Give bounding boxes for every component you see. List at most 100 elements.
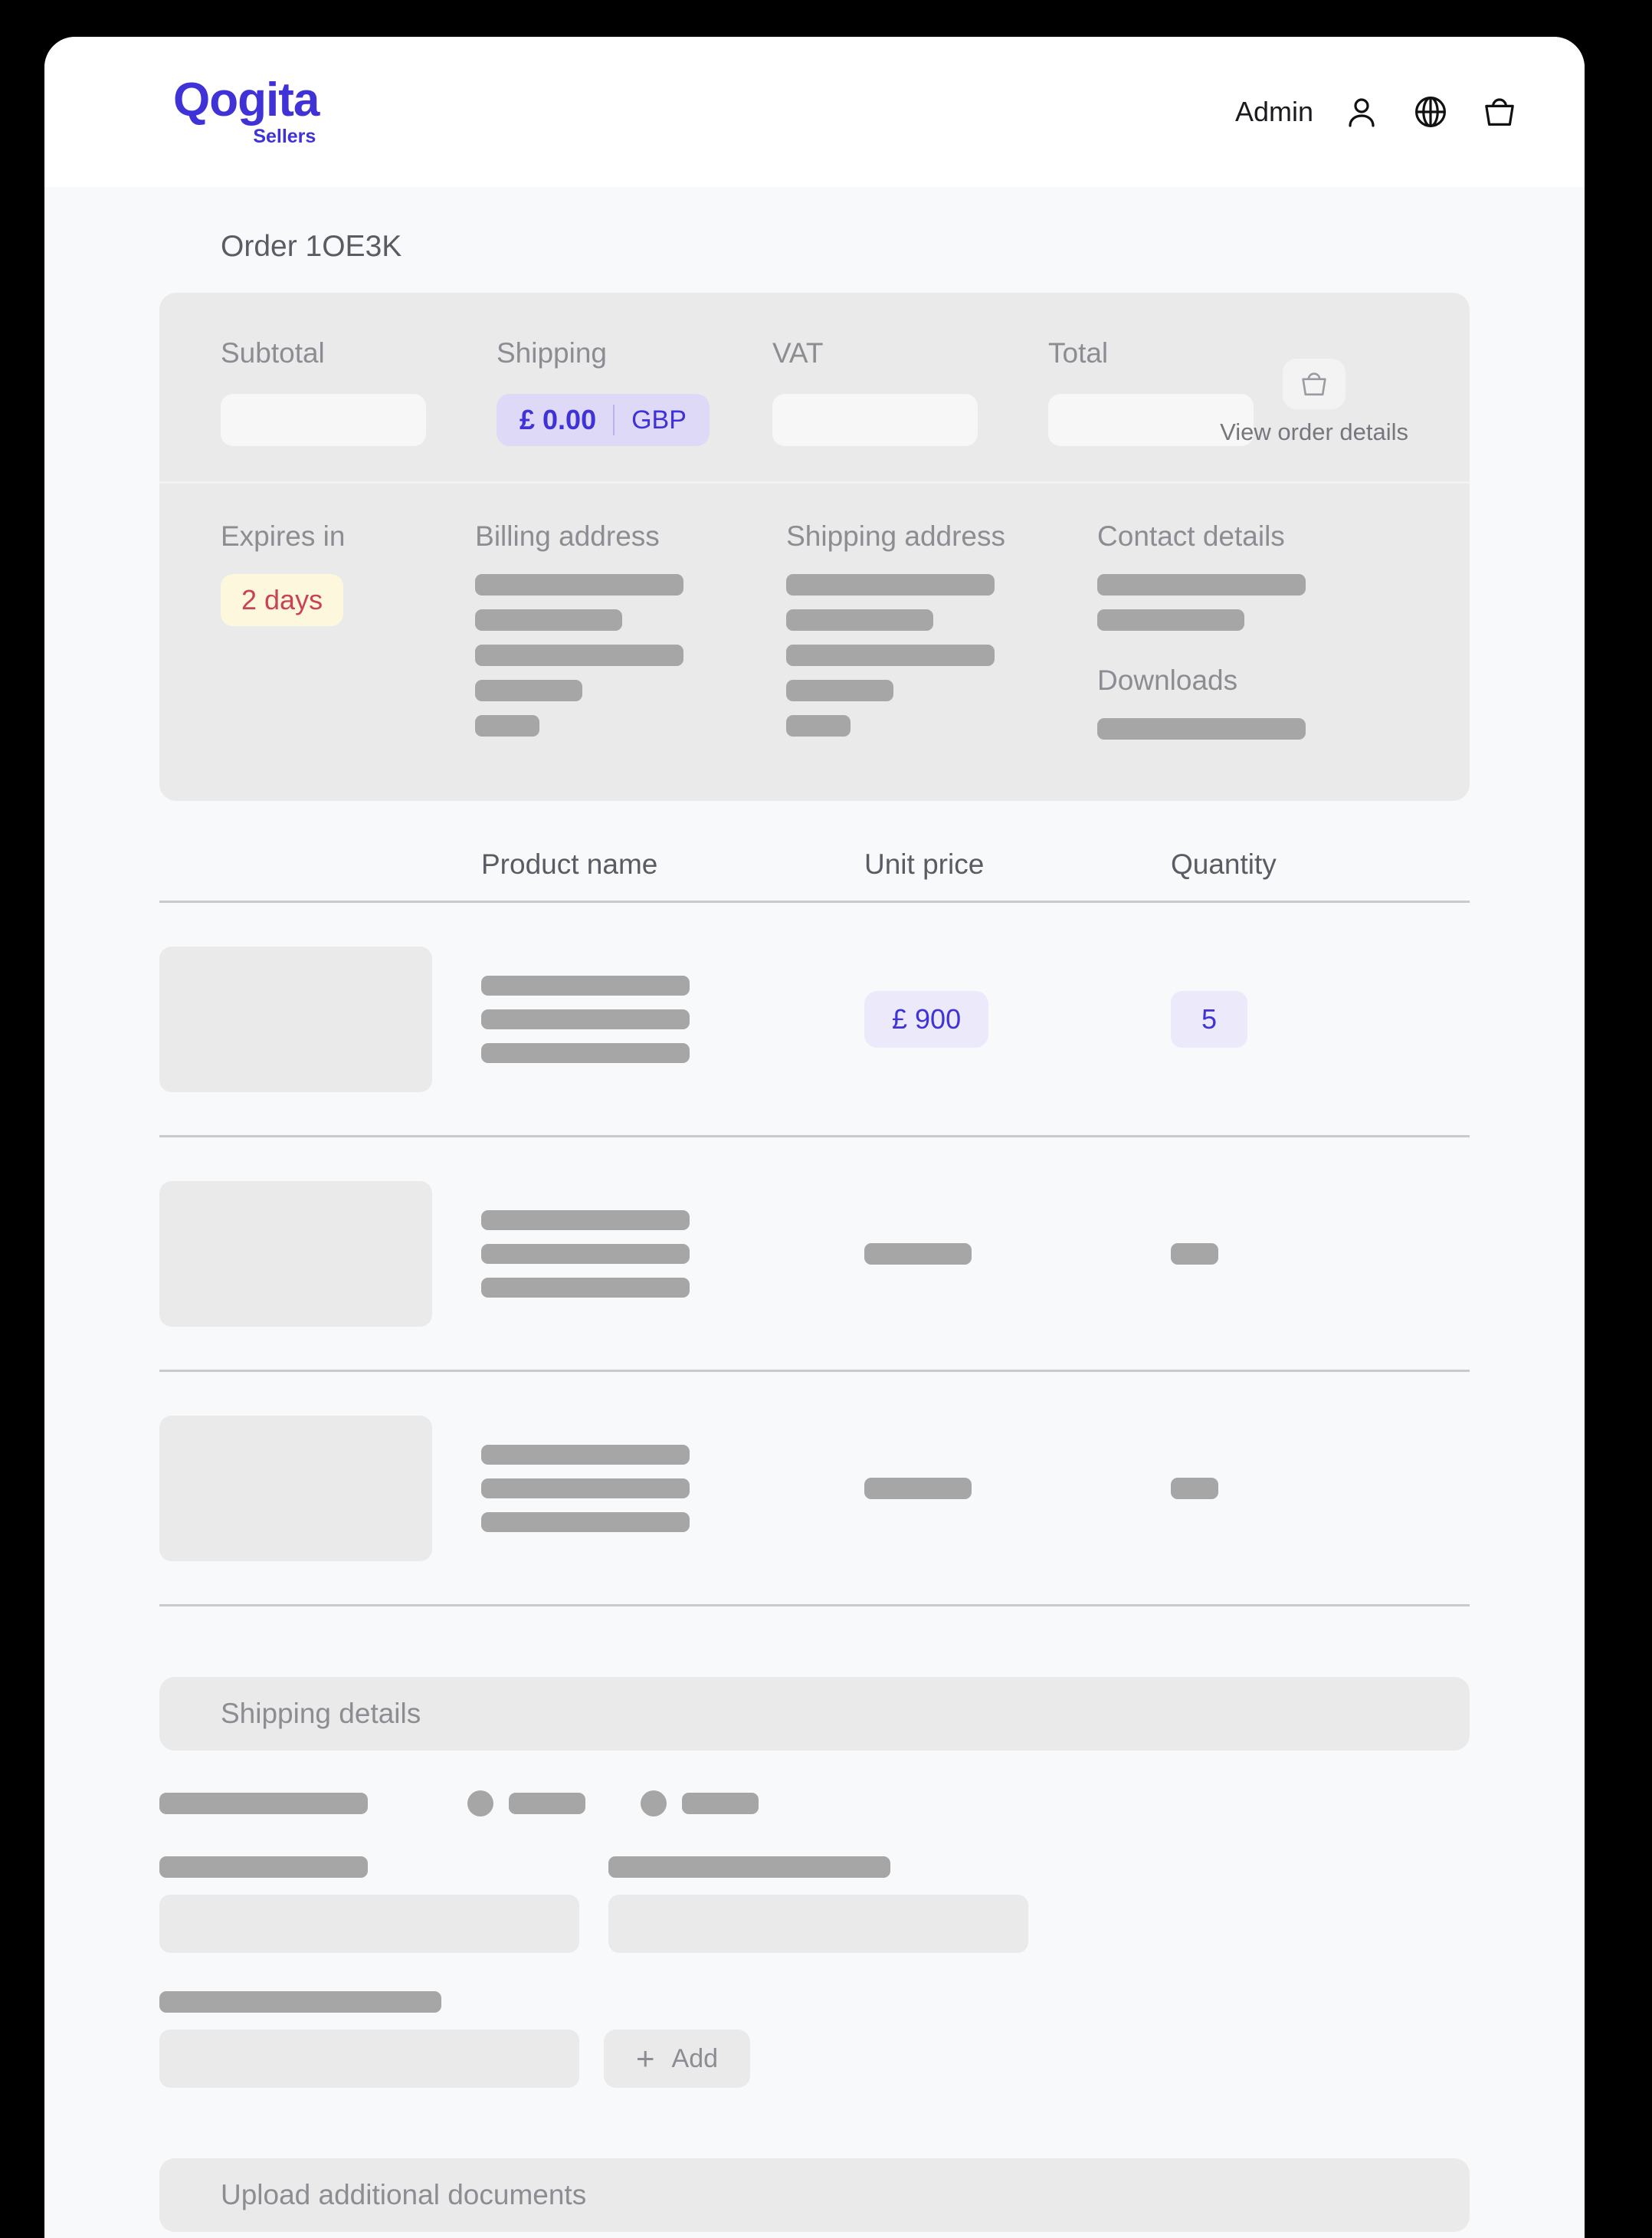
view-order-details-button[interactable]: View order details xyxy=(1220,359,1408,446)
field-input-skeleton[interactable] xyxy=(159,2030,579,2088)
table-header-unit-price: Unit price xyxy=(864,848,985,880)
skeleton-line xyxy=(786,645,995,666)
upload-documents-title: Upload additional documents xyxy=(221,2179,587,2210)
skeleton-dot xyxy=(641,1790,667,1816)
shipping-field xyxy=(608,1856,1028,1953)
basket-icon[interactable] xyxy=(1479,91,1520,133)
shipping-details-banner: Shipping details xyxy=(159,1677,1470,1751)
skeleton-line xyxy=(481,1444,690,1465)
contact-details-label: Contact details xyxy=(1097,520,1285,552)
shipping-label: Shipping xyxy=(497,337,608,369)
table-row[interactable] xyxy=(159,1137,1470,1372)
unit-price-cell xyxy=(864,1477,1171,1499)
shipping-field xyxy=(159,1856,579,1953)
shipping-block: Shipping £ 0.00 GBP xyxy=(497,337,772,446)
skeleton-line xyxy=(1171,1242,1218,1265)
billing-address-label: Billing address xyxy=(475,520,660,552)
top-bar: Qogita Sellers Admin xyxy=(44,37,1585,187)
skeleton-line xyxy=(481,1009,690,1029)
page-title: Order 1OE3K xyxy=(221,230,402,263)
order-items-table: Product name Unit price Quantity £ 900 5 xyxy=(159,848,1470,1606)
device-frame: Qogita Sellers Admin Order 1OE3K Subtota… xyxy=(0,0,1652,2238)
skeleton-line xyxy=(1171,1477,1218,1499)
field-input-skeleton[interactable] xyxy=(608,1895,1028,1953)
vat-block: VAT xyxy=(772,337,1048,446)
upload-documents-banner: Upload additional documents xyxy=(159,2158,1470,2232)
logo-wordmark: Qogita xyxy=(173,73,320,126)
globe-icon[interactable] xyxy=(1410,91,1451,133)
unit-price-cell xyxy=(864,1242,1171,1265)
billing-address-block: Billing address xyxy=(475,520,786,753)
table-header-row: Product name Unit price Quantity xyxy=(159,848,1470,903)
basket-icon[interactable] xyxy=(1283,359,1346,409)
shipping-field xyxy=(159,1991,579,2088)
product-image-placeholder xyxy=(159,1180,481,1327)
order-totals-row: Subtotal Shipping £ 0.00 GBP VAT Total V… xyxy=(159,293,1470,484)
product-name-skeleton xyxy=(481,975,864,1063)
shipping-amount: £ 0.00 xyxy=(520,404,597,435)
field-label-skeleton xyxy=(159,1856,368,1878)
badge-divider xyxy=(613,405,615,435)
logo-subtitle: Sellers xyxy=(253,125,316,147)
product-name-skeleton xyxy=(481,1444,864,1532)
plus-icon: + xyxy=(636,2040,655,2076)
skeleton-dot xyxy=(467,1790,493,1816)
skeleton-line xyxy=(481,1511,690,1532)
top-bar-actions: Admin xyxy=(1235,91,1520,133)
quantity-cell: 5 xyxy=(1171,990,1401,1048)
skeleton-line xyxy=(481,975,690,996)
user-icon[interactable] xyxy=(1341,91,1382,133)
vat-label: VAT xyxy=(772,337,824,369)
skeleton-line xyxy=(786,609,934,631)
skeleton-line xyxy=(481,1243,690,1264)
field-label-skeleton xyxy=(608,1856,890,1878)
shipping-currency: GBP xyxy=(631,405,687,435)
view-order-details-label: View order details xyxy=(1220,418,1408,445)
table-header-quantity: Quantity xyxy=(1171,848,1277,880)
tracking-field-row: + Add xyxy=(159,1991,1470,2088)
table-row[interactable]: £ 900 5 xyxy=(159,903,1470,1137)
skeleton-line xyxy=(475,715,540,737)
skeleton-line xyxy=(786,680,894,701)
shipping-address-label: Shipping address xyxy=(786,520,1006,552)
qogita-sellers-logo[interactable]: Qogita Sellers xyxy=(173,73,320,148)
admin-label[interactable]: Admin xyxy=(1235,96,1313,128)
expires-block: Expires in 2 days xyxy=(221,520,475,753)
product-name-skeleton xyxy=(481,1209,864,1298)
skeleton-line xyxy=(159,1793,368,1814)
downloads-label: Downloads xyxy=(1097,665,1238,696)
order-summary-card: Subtotal Shipping £ 0.00 GBP VAT Total V… xyxy=(159,293,1470,801)
skeleton-line xyxy=(481,1042,690,1063)
skeleton-line xyxy=(786,715,851,737)
expires-label: Expires in xyxy=(221,520,346,552)
skeleton-line xyxy=(481,1277,690,1298)
shipping-field-grid xyxy=(159,1856,1470,1953)
add-button[interactable]: + Add xyxy=(604,2030,751,2088)
quantity-badge: 5 xyxy=(1171,990,1248,1048)
skeleton-line xyxy=(1097,609,1245,631)
table-row[interactable] xyxy=(159,1372,1470,1606)
shipping-method-skeleton-row xyxy=(159,1790,1470,1816)
skeleton-line xyxy=(786,574,995,596)
product-thumbnail xyxy=(159,946,432,1092)
subtotal-label: Subtotal xyxy=(221,337,325,369)
subtotal-value-skeleton xyxy=(221,394,426,446)
field-label-skeleton xyxy=(159,1991,441,2013)
skeleton-line xyxy=(481,1209,690,1230)
vat-value-skeleton xyxy=(772,394,978,446)
skeleton-line xyxy=(1097,718,1306,740)
unit-price-cell: £ 900 xyxy=(864,990,1171,1048)
contact-details-block: Contact details Downloads xyxy=(1097,520,1408,753)
page-content: Order 1OE3K Subtotal Shipping £ 0.00 GBP xyxy=(44,187,1585,2238)
skeleton-line xyxy=(509,1793,585,1814)
skeleton-line xyxy=(475,645,684,666)
product-image-placeholder xyxy=(159,946,481,1092)
order-details-row: Expires in 2 days Billing address Shippi… xyxy=(159,484,1470,801)
add-button-label: Add xyxy=(671,2043,719,2073)
shipping-amount-badge: £ 0.00 GBP xyxy=(497,394,710,446)
skeleton-line xyxy=(682,1793,759,1814)
shipping-details-title: Shipping details xyxy=(221,1698,421,1729)
quantity-cell xyxy=(1171,1477,1401,1499)
skeleton-line xyxy=(475,609,623,631)
field-input-skeleton[interactable] xyxy=(159,1895,579,1953)
